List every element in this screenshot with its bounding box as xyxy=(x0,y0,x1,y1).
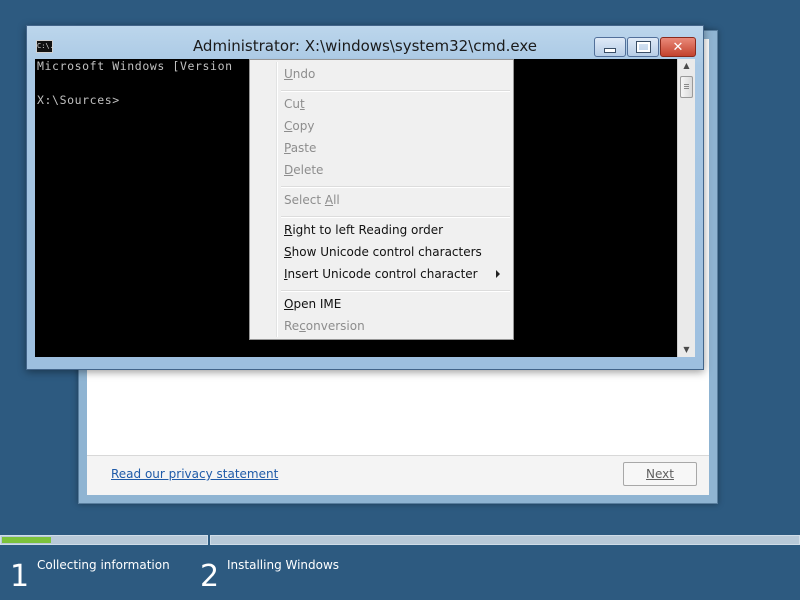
menu-separator xyxy=(281,290,510,292)
maximize-icon xyxy=(636,42,650,52)
scroll-up-arrow-icon[interactable]: ▲ xyxy=(678,59,695,73)
submenu-arrow-icon xyxy=(496,270,500,278)
close-icon: ✕ xyxy=(672,39,684,55)
menu-item[interactable]: Cut xyxy=(253,93,510,115)
menu-item-label: Select All xyxy=(284,193,340,207)
minimize-icon xyxy=(604,47,616,53)
vertical-scrollbar[interactable]: ▲ ▼ xyxy=(677,59,695,357)
next-button-label: Next xyxy=(646,467,674,481)
menu-item[interactable]: Insert Unicode control character xyxy=(253,263,510,285)
progress-fill xyxy=(2,537,51,543)
setup-progress-track xyxy=(0,533,800,545)
next-button[interactable]: Next xyxy=(623,462,697,486)
menu-item[interactable]: Open IME xyxy=(253,293,510,315)
console-prompt: X:\Sources> xyxy=(37,93,120,107)
menu-item-label: Undo xyxy=(284,67,316,81)
menu-item-label: Delete xyxy=(284,163,324,177)
menu-item-label: Reconversion xyxy=(284,319,365,333)
step-label: Installing Windows xyxy=(227,558,340,572)
menu-separator xyxy=(281,186,510,188)
menu-item-label: Open IME xyxy=(284,297,342,311)
close-button[interactable]: ✕ xyxy=(660,37,696,57)
menu-item[interactable]: Select All xyxy=(253,189,510,211)
step-number: 2 xyxy=(200,559,220,594)
menu-item-label: Right to left Reading order xyxy=(284,223,444,237)
menu-item-label: Insert Unicode control character xyxy=(284,267,478,281)
menu-item[interactable]: Paste xyxy=(253,137,510,159)
menu-separator xyxy=(281,90,510,92)
menu-item[interactable]: Right to left Reading order xyxy=(253,219,510,241)
menu-item-label: Copy xyxy=(284,119,315,133)
menu-item[interactable]: Delete xyxy=(253,159,510,181)
step-label: Collecting information xyxy=(37,558,170,572)
cmd-titlebar[interactable]: C:\. Administrator: X:\windows\system32\… xyxy=(27,26,703,60)
maximize-button[interactable] xyxy=(627,37,659,57)
scroll-down-arrow-icon[interactable]: ▼ xyxy=(678,343,695,357)
console-line: Microsoft Windows [Version xyxy=(37,59,233,73)
minimize-button[interactable] xyxy=(594,37,626,57)
menu-item[interactable]: Reconversion xyxy=(253,315,510,337)
progress-segment-collecting xyxy=(0,535,208,545)
scroll-thumb[interactable] xyxy=(680,76,693,98)
menu-item[interactable]: Undo xyxy=(253,63,510,85)
menu-item-label: Show Unicode control characters xyxy=(284,245,482,259)
progress-segment-installing xyxy=(210,535,800,545)
menu-item-label: Paste xyxy=(284,141,317,155)
context-menu: Undo Cut Copy Paste Delete Select All Right to… xyxy=(249,59,514,340)
menu-separator xyxy=(281,216,510,218)
menu-item[interactable]: Copy xyxy=(253,115,510,137)
step-number: 1 xyxy=(10,559,30,594)
privacy-statement-link[interactable]: Read our privacy statement xyxy=(111,467,278,481)
menu-item-label: Cut xyxy=(284,97,305,111)
menu-item[interactable]: Show Unicode control characters xyxy=(253,241,510,263)
